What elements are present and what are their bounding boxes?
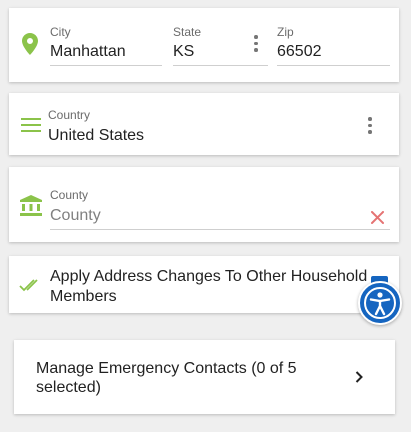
clear-icon[interactable] [371,211,384,224]
apply-changes-label: Apply Address Changes To Other Household… [50,268,368,305]
state-label: State [173,25,202,39]
city-underline [50,65,162,66]
bank-icon [20,195,42,216]
zip-underline [277,65,390,66]
apply-changes-card[interactable]: Apply Address Changes To Other Household… [9,256,399,313]
state-value[interactable]: KS [173,43,194,61]
state-options-kebab-icon[interactable] [253,35,259,53]
accessibility-button[interactable] [358,281,402,325]
address-card: City Manhattan State KS Zip 66502 [9,8,399,82]
state-underline [173,65,268,66]
city-label: City [50,25,71,39]
county-card: County County [9,167,399,242]
county-input[interactable]: County [50,207,101,225]
menu-lines-icon [21,118,41,132]
double-check-icon [19,279,38,292]
emergency-contacts-card[interactable]: Manage Emergency Contacts (0 of 5 select… [14,340,395,414]
county-label: County [50,188,89,202]
zip-label: Zip [277,25,294,39]
zip-value[interactable]: 66502 [277,43,322,61]
location-pin-icon [22,33,38,55]
county-underline [50,229,390,230]
country-card[interactable]: Country United States [9,93,399,155]
emergency-contacts-label: Manage Emergency Contacts (0 of 5 select… [36,360,297,396]
city-value[interactable]: Manhattan [50,43,126,61]
chevron-right-icon[interactable] [355,371,363,383]
country-value[interactable]: United States [48,127,144,145]
country-options-kebab-icon[interactable] [367,117,373,135]
country-label: Country [48,108,91,122]
accessibility-icon [364,287,396,319]
